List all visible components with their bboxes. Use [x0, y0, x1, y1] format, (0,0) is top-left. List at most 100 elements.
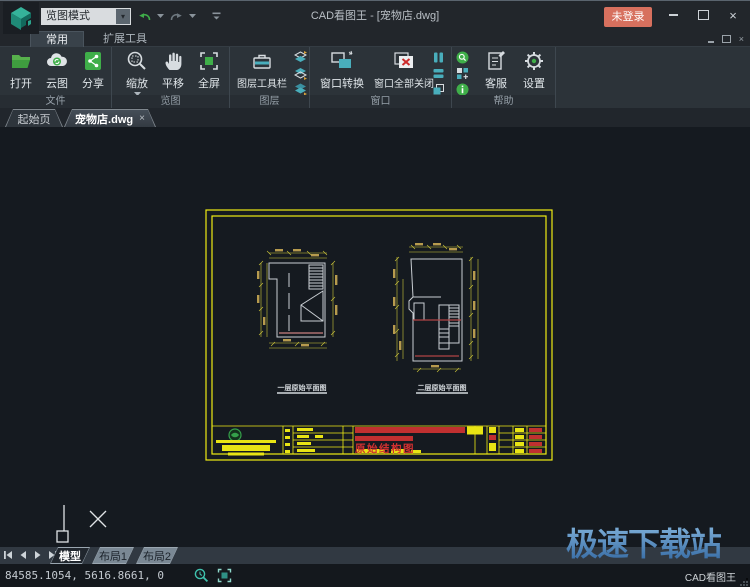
- mode-dropdown[interactable]: 览图模式 ▾: [41, 8, 131, 25]
- plan2-dim-text-marks: [393, 243, 475, 367]
- group-label-help: 帮助: [452, 95, 555, 108]
- mode-dropdown-value: 览图模式: [46, 10, 90, 22]
- redo-dropdown[interactable]: [184, 7, 200, 25]
- layer-on-icon[interactable]: [294, 51, 307, 64]
- window-tile-column: [432, 51, 445, 96]
- login-button[interactable]: 未登录: [604, 7, 652, 27]
- pan-hand-icon: [161, 49, 185, 73]
- status-icons: [194, 568, 232, 583]
- document-tab-bar: 起始页 宠物店.dwg ×: [0, 108, 750, 127]
- share-button[interactable]: 分享: [76, 49, 110, 93]
- plan2-dimensions: [395, 245, 478, 372]
- floor-plan-2: [409, 259, 462, 361]
- mdi-close-button[interactable]: ×: [739, 32, 744, 46]
- tab-start-page[interactable]: 起始页: [5, 109, 63, 127]
- titleblock-title: 原始结构图: [355, 442, 415, 455]
- group-label-window: 窗口: [310, 95, 451, 108]
- zoom-extent-icon[interactable]: [194, 568, 209, 583]
- customize-quick-access-button[interactable]: [208, 7, 224, 25]
- cloud-sync-icon: [45, 49, 69, 73]
- ribbon-group-layer: 图层工具栏 图层: [230, 47, 310, 108]
- open-folder-icon: [9, 49, 33, 73]
- undo-icon: [138, 11, 151, 22]
- cad-king-logo-icon: [8, 5, 34, 31]
- tab-drawing-file[interactable]: 宠物店.dwg ×: [64, 109, 156, 127]
- zoom-button[interactable]: 缩放: [120, 49, 154, 93]
- layout-nav-arrows: [3, 550, 58, 560]
- share-icon: [81, 49, 105, 73]
- ribbon-group-view: 缩放 平移 全屏 览图: [112, 47, 230, 108]
- undo-dropdown[interactable]: [152, 7, 168, 25]
- tab-layout1-label: 布局1: [93, 548, 133, 563]
- cad-sheet: 一层原始平面图 二层原始平面图: [205, 209, 553, 461]
- ribbon-group-file: 打开 云图 分享 文件: [0, 47, 112, 108]
- pan-button[interactable]: 平移: [156, 49, 190, 93]
- fullscreen-icon: [197, 49, 221, 73]
- status-bar: 84585.1054, 5616.8661, 0 CAD看图王: [0, 564, 750, 587]
- customer-service-button[interactable]: 客服: [478, 49, 514, 93]
- fit-screen-icon[interactable]: [217, 568, 232, 583]
- window-switch-button[interactable]: 窗口转换: [314, 49, 370, 93]
- mdi-minimize-button[interactable]: [708, 41, 714, 43]
- plan2-caption: 二层原始平面图: [418, 383, 467, 392]
- window-title: CAD看图王 - [宠物店.dwg]: [225, 1, 525, 31]
- app-window: 览图模式 ▾: [0, 0, 750, 587]
- tile-horizontal-icon[interactable]: [432, 67, 445, 80]
- tab-layout2[interactable]: 布局2: [136, 547, 178, 564]
- resize-grip[interactable]: [740, 578, 748, 586]
- layer-tools-column: [294, 51, 307, 96]
- cursor-coordinates: 84585.1054, 5616.8661, 0: [5, 564, 164, 587]
- tab-drawing-file-label: 宠物店.dwg: [75, 111, 133, 127]
- fullscreen-button[interactable]: 全屏: [192, 49, 226, 93]
- app-logo[interactable]: [3, 2, 39, 34]
- group-label-layer: 图层: [230, 95, 309, 108]
- minimize-button[interactable]: [660, 1, 686, 29]
- tab-model-label: 模型: [51, 548, 89, 563]
- help-tools-column: [456, 51, 469, 96]
- minimize-icon: [669, 14, 678, 16]
- quick-access-toolbar: [136, 7, 224, 25]
- redo-icon: [170, 11, 183, 22]
- open-button[interactable]: 打开: [4, 49, 38, 93]
- new-features-icon[interactable]: [456, 67, 469, 80]
- settings-button[interactable]: 设置: [516, 49, 552, 93]
- customize-toolbar-icon: [212, 12, 221, 20]
- support-doc-icon: [484, 49, 508, 73]
- chevron-down-icon[interactable]: ▾: [116, 9, 130, 24]
- cloud-drawing-button[interactable]: 云图: [40, 49, 74, 93]
- close-all-windows-button[interactable]: 窗口全部关闭: [370, 49, 438, 93]
- redo-button[interactable]: [168, 7, 184, 25]
- close-button[interactable]: ×: [720, 1, 746, 29]
- chevron-down-icon: [189, 14, 196, 18]
- maximize-button[interactable]: [690, 1, 716, 29]
- ribbon-group-window: 窗口转换 窗口全部关闭: [310, 47, 452, 108]
- zoom-magnifier-icon: [125, 49, 149, 73]
- layout-tab-bar: 模型 布局1 布局2: [0, 547, 750, 564]
- tile-vertical-icon[interactable]: [432, 51, 445, 64]
- group-label-view: 览图: [112, 95, 229, 108]
- ribbon-group-help: 客服 设置 帮助: [452, 47, 556, 108]
- ribbon-tab-row: 常用 扩展工具: [0, 31, 750, 47]
- search-help-icon[interactable]: [456, 51, 469, 64]
- tab-close-icon[interactable]: ×: [139, 113, 145, 124]
- statusbar-app-label: CAD看图王: [685, 569, 736, 584]
- mdi-restore-button[interactable]: [722, 35, 731, 43]
- floor-plan-1: [269, 263, 325, 337]
- tab-layout2-label: 布局2: [137, 548, 177, 563]
- prev-tab-button[interactable]: [18, 550, 28, 560]
- ucs-axis-icon: [50, 503, 122, 543]
- drawing-canvas[interactable]: 一层原始平面图 二层原始平面图: [0, 127, 750, 547]
- chevron-down-icon: [157, 14, 164, 18]
- next-tab-button[interactable]: [33, 550, 43, 560]
- undo-button[interactable]: [136, 7, 152, 25]
- tab-extended-tools[interactable]: 扩展工具: [92, 31, 158, 47]
- layer-toolbox-icon: [250, 49, 274, 73]
- group-label-file: 文件: [0, 95, 111, 108]
- mdi-window-controls: ×: [708, 32, 744, 46]
- plan1-caption: 一层原始平面图: [278, 383, 327, 392]
- first-tab-button[interactable]: [3, 550, 13, 560]
- tab-layout1[interactable]: 布局1: [92, 547, 134, 564]
- layer-toolbar-button[interactable]: 图层工具栏: [231, 49, 293, 93]
- layer-off-icon[interactable]: [294, 67, 307, 80]
- maximize-icon: [698, 10, 709, 20]
